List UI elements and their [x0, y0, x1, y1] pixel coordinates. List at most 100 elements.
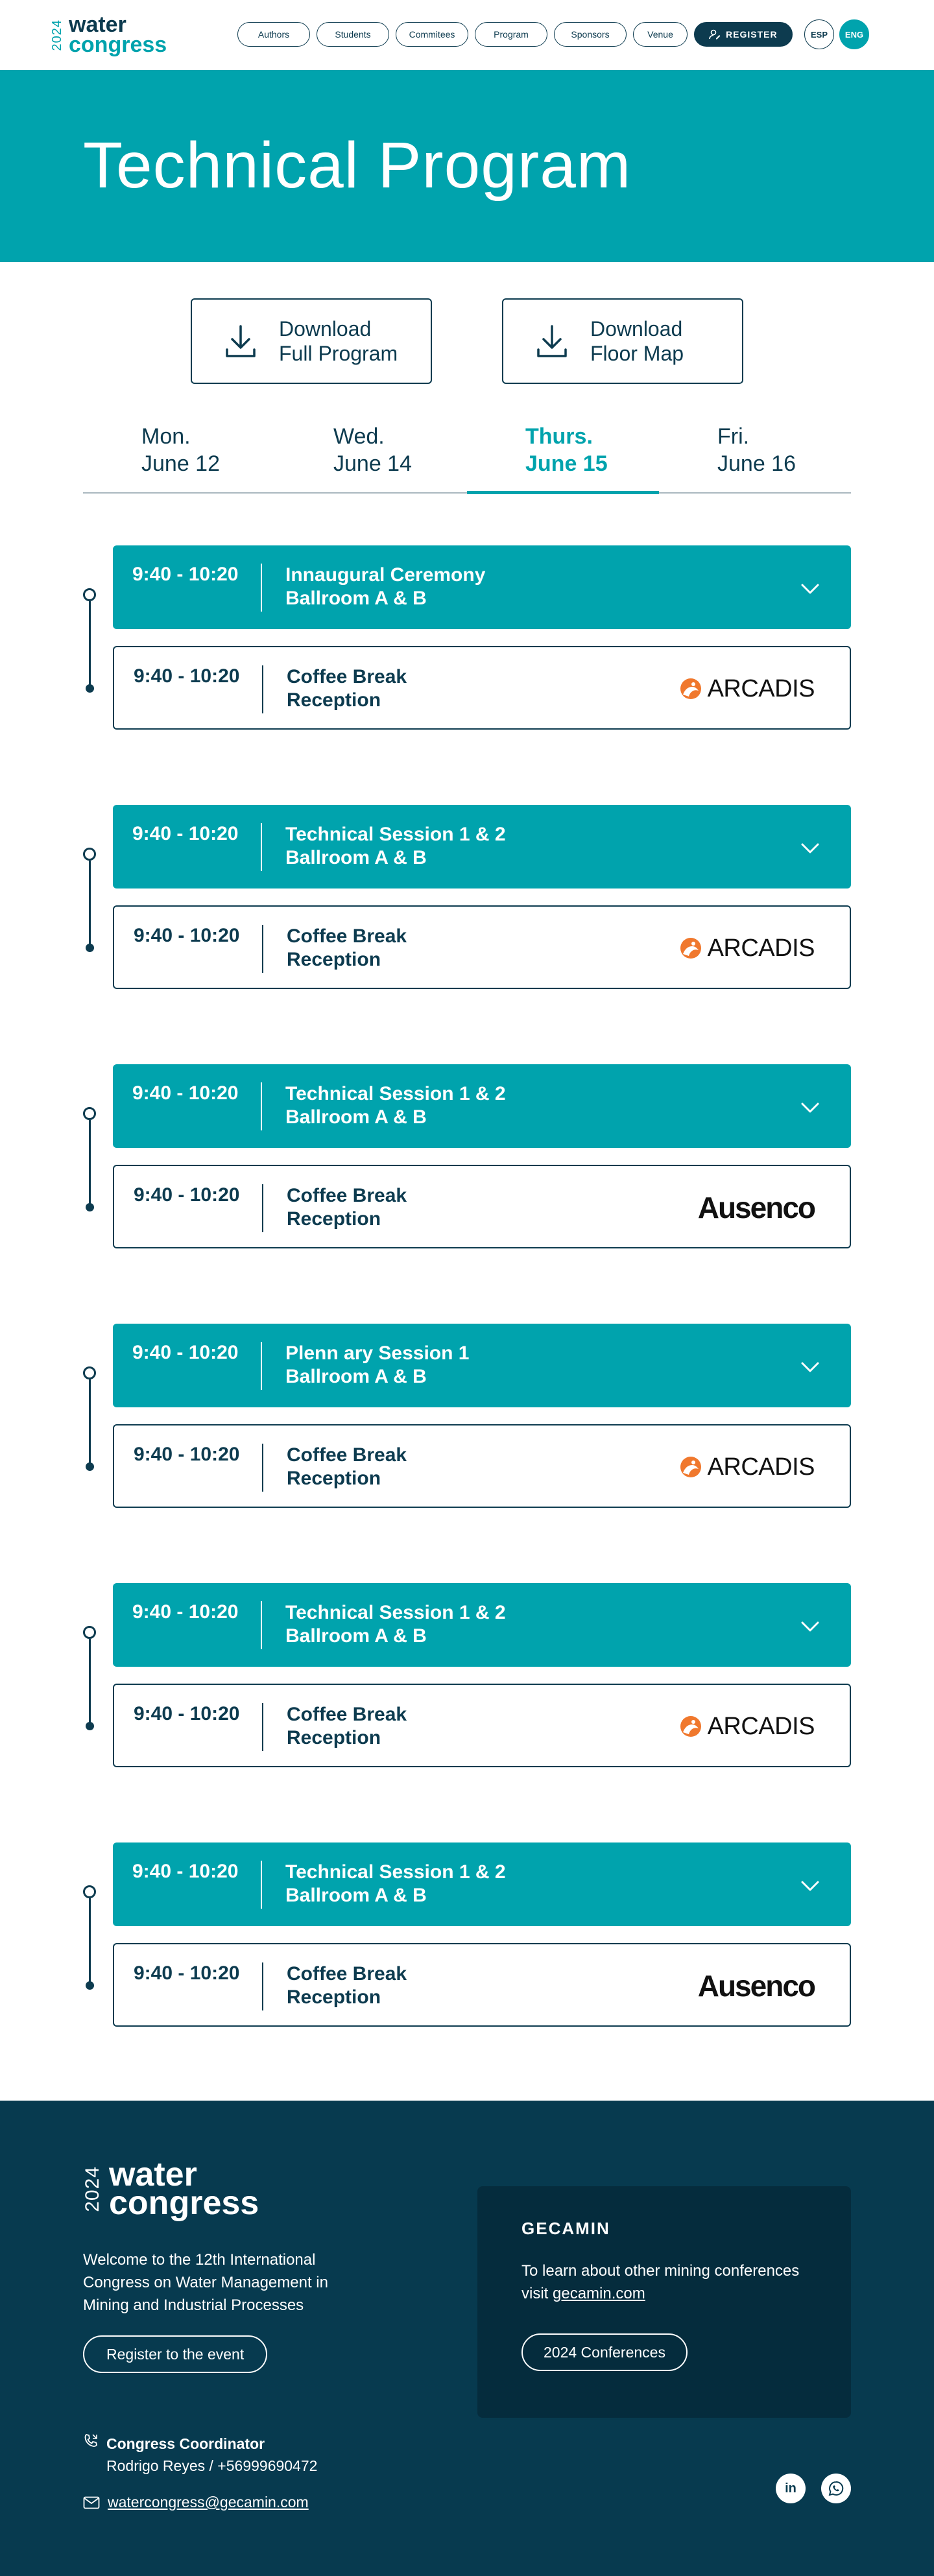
day-tabs: Mon. June 12 Wed. June 14 Thurs. June 15…: [83, 414, 851, 494]
expand-toggle[interactable]: [800, 1880, 820, 1895]
logo-word-congress: congress: [69, 32, 167, 57]
chevron-down-icon: [801, 843, 819, 853]
schedule-group: 9:40 - 10:20 Innaugural Ceremony Ballroom …: [0, 545, 934, 805]
session-time: 9:40 - 10:20: [132, 1601, 239, 1623]
session-card[interactable]: 9:40 - 10:20 Plenn ary Session 1 Ballroom …: [113, 1324, 851, 1407]
break-card: 9:40 - 10:20 Coffee Break Reception ARCADIS: [113, 905, 851, 989]
break-card: 9:40 - 10:20 Coffee Break Reception ARCADIS: [113, 1424, 851, 1508]
chevron-down-icon: [801, 1621, 819, 1632]
schedule-group: 9:40 - 10:20 Technical Session 1 & 2 Ballr…: [0, 1583, 934, 1843]
session-time: 9:40 - 10:20: [132, 564, 239, 585]
sponsor-logo[interactable]: ARCADIS: [679, 673, 815, 704]
footer-register-button[interactable]: Register to the event: [83, 2335, 268, 2373]
break-location: Reception: [287, 1727, 381, 1748]
break-card: 9:40 - 10:20 Coffee Break Reception Ausenco: [113, 1943, 851, 2027]
sponsor-logo[interactable]: ARCADIS: [679, 1711, 815, 1742]
session-card[interactable]: 9:40 - 10:20 Technical Session 1 & 2 Ballr…: [113, 1843, 851, 1926]
sponsor-logo[interactable]: ARCADIS: [679, 933, 815, 964]
register-button[interactable]: REGISTER: [694, 22, 793, 47]
download-label-line1: Download: [279, 317, 372, 340]
break-location: Reception: [287, 1208, 381, 1230]
page-title: Technical Program: [83, 129, 632, 202]
lang-eng[interactable]: ENG: [839, 19, 869, 49]
download-full-program-button[interactable]: Download Full Program: [191, 298, 432, 384]
footer-logo[interactable]: 2024 water congress: [82, 2158, 259, 2223]
nav-program[interactable]: Program: [475, 22, 547, 47]
whatsapp-icon[interactable]: [821, 2474, 851, 2503]
chevron-down-icon: [801, 584, 819, 594]
session-title: Technical Session 1 & 2: [285, 1083, 506, 1104]
lang-esp[interactable]: ESP: [804, 19, 834, 49]
chevron-down-icon: [801, 1881, 819, 1891]
nav-students[interactable]: Students: [317, 22, 389, 47]
sponsor-logo[interactable]: Ausenco: [697, 1191, 816, 1224]
email-link[interactable]: watercongress@gecamin.com: [108, 2494, 309, 2511]
session-card[interactable]: 9:40 - 10:20 Innaugural Ceremony Ballroom …: [113, 545, 851, 629]
expand-toggle[interactable]: [800, 1621, 820, 1636]
break-title: Coffee Break: [287, 666, 407, 687]
session-card[interactable]: 9:40 - 10:20 Technical Session 1 & 2 Ballr…: [113, 1583, 851, 1667]
expand-toggle[interactable]: [800, 842, 820, 857]
conferences-button[interactable]: 2024 Conferences: [521, 2333, 688, 2371]
gecamin-link[interactable]: gecamin.com: [553, 2285, 645, 2302]
gecamin-brand: GECAMIN: [521, 2219, 610, 2238]
sponsor-name: Ausenco: [697, 1191, 816, 1224]
language-switcher: ESP ENG: [804, 19, 869, 49]
main-nav: Authors Students Commitees Program Spons…: [237, 22, 793, 47]
footer-logo-year: 2024: [82, 2165, 103, 2212]
session-card[interactable]: 9:40 - 10:20 Technical Session 1 & 2 Ballr…: [113, 1064, 851, 1148]
break-card: 9:40 - 10:20 Coffee Break Reception Ausenco: [113, 1165, 851, 1248]
download-icon: [226, 325, 256, 357]
session-time: 9:40 - 10:20: [132, 1342, 239, 1363]
user-edit-icon: [709, 29, 721, 40]
download-floor-map-button[interactable]: Download Floor Map: [502, 298, 743, 384]
expand-toggle[interactable]: [800, 1361, 820, 1376]
social-links: in: [776, 2474, 851, 2503]
tab-thursday[interactable]: Thurs. June 15: [467, 414, 659, 494]
site-header: 2024 water congress Authors Students Com…: [0, 0, 934, 70]
phone-icon: [84, 2434, 97, 2447]
arcadis-logo-icon: [680, 1457, 701, 1477]
sponsor-logo[interactable]: Ausenco: [698, 1969, 816, 2003]
sponsor-logo[interactable]: ARCADIS: [679, 1451, 815, 1483]
tab-friday[interactable]: Fri. June 16: [659, 414, 851, 492]
coordinator-contact: Congress Coordinator Rodrigo Reyes / +56…: [83, 2433, 317, 2477]
tab-date: June 15: [525, 451, 608, 476]
arcadis-logo-icon: [680, 1716, 701, 1737]
footer-welcome-text: Welcome to the 12th International Congre…: [83, 2251, 328, 2314]
session-location: Ballroom A & B: [285, 1625, 427, 1647]
footer-logo-congress: congress: [109, 2184, 259, 2223]
break-location: Reception: [287, 689, 381, 711]
gecamin-box: GECAMIN To learn about other mining conf…: [477, 2186, 851, 2418]
schedule-group: 9:40 - 10:20 Technical Session 1 & 2 Ballr…: [0, 1064, 934, 1324]
download-icon: [537, 325, 567, 357]
nav-venue[interactable]: Venue: [633, 22, 688, 47]
tab-monday[interactable]: Mon. June 12: [83, 414, 275, 492]
break-time: 9:40 - 10:20: [134, 665, 240, 687]
schedule-group: 9:40 - 10:20 Plenn ary Session 1 Ballroom …: [0, 1324, 934, 1583]
coordinator-info[interactable]: Rodrigo Reyes / +56999690472: [106, 2457, 317, 2474]
break-time: 9:40 - 10:20: [134, 1184, 240, 1206]
session-title: Innaugural Ceremony: [285, 564, 486, 586]
expand-toggle[interactable]: [800, 583, 820, 598]
session-location: Ballroom A & B: [285, 588, 427, 609]
nav-authors[interactable]: Authors: [237, 22, 310, 47]
email-contact: watercongress@gecamin.com: [83, 2494, 309, 2511]
schedule-group: 9:40 - 10:20 Technical Session 1 & 2 Ballr…: [0, 805, 934, 1064]
site-logo[interactable]: 2024 water congress: [50, 14, 167, 57]
break-title: Coffee Break: [287, 1444, 407, 1466]
tab-wednesday[interactable]: Wed. June 14: [275, 414, 467, 492]
linkedin-icon[interactable]: in: [776, 2474, 806, 2503]
expand-toggle[interactable]: [800, 1102, 820, 1117]
arcadis-logo-icon: [680, 678, 701, 699]
nav-sponsors[interactable]: Sponsors: [554, 22, 627, 47]
downloads: Download Full Program Download Floor Map: [0, 298, 934, 384]
register-label: REGISTER: [726, 29, 778, 40]
timeline-marker: [83, 1107, 96, 1211]
schedule-group: 9:40 - 10:20 Technical Session 1 & 2 Ballr…: [0, 1843, 934, 2102]
logo-year: 2024: [50, 19, 64, 51]
nav-commitees[interactable]: Commitees: [396, 22, 468, 47]
timeline-marker: [83, 1626, 96, 1730]
session-card[interactable]: 9:40 - 10:20 Technical Session 1 & 2 Ballr…: [113, 805, 851, 888]
break-location: Reception: [287, 949, 381, 970]
